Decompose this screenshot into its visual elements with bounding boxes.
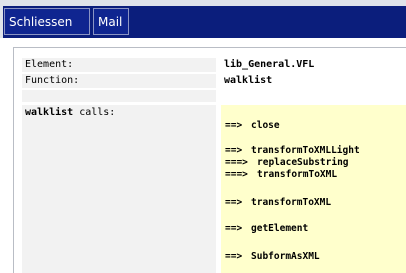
call-item: ===> transformToXML (225, 169, 337, 181)
call-item: ==> transformToXML (225, 197, 331, 209)
element-row: Element: lib_General.VFL (22, 58, 406, 72)
toolbar: Schliessen Mail (0, 6, 406, 38)
report-window: Schliessen Mail Element: lib_General.VFL… (0, 0, 406, 273)
call-function-name: transformToXML (251, 197, 332, 208)
call-item: ===> replaceSubstring (225, 157, 349, 169)
arrow-icon: ==> (225, 223, 243, 234)
element-value: lib_General.VFL (221, 58, 406, 72)
arrow-icon: ==> (225, 120, 243, 131)
call-function-name: getElement (251, 223, 309, 234)
close-button[interactable]: Schliessen (4, 8, 90, 35)
arrow-icon: ==> (225, 145, 243, 156)
calls-caption: calls: (73, 107, 116, 118)
spacer-row (22, 90, 406, 102)
call-function-name: close (251, 120, 280, 131)
element-label: Element: (22, 58, 216, 72)
call-function-name: transformToXMLLight (251, 145, 360, 156)
call-function-name: SubformAsXML (251, 251, 320, 262)
call-function-name: replaceSubstring (257, 157, 349, 168)
arrow-icon: ===> (225, 169, 248, 180)
arrow-icon: ==> (225, 251, 243, 262)
arrow-icon: ===> (225, 157, 248, 168)
call-item: ==> SubformAsXML (225, 251, 320, 263)
spacer-value-cell (221, 90, 406, 102)
caller-name: walklist (25, 107, 74, 118)
mail-button[interactable]: Mail (93, 8, 129, 35)
arrow-icon: ==> (225, 197, 243, 208)
details-table: Element: lib_General.VFL Function: walkl… (22, 58, 406, 273)
function-row: Function: walklist (22, 74, 406, 88)
call-item: ==> getElement (225, 223, 308, 235)
calls-list: ==> close ==> transformToXMLLight ===> repl… (221, 105, 406, 273)
call-item: ==> transformToXMLLight (225, 145, 360, 157)
spacer-label-cell (22, 90, 216, 102)
function-value: walklist (221, 74, 406, 88)
function-label: Function: (22, 74, 216, 88)
calls-caption-cell: walklist calls: (22, 105, 216, 273)
call-item: ==> close (225, 120, 280, 132)
call-function-name: transformToXML (257, 169, 338, 180)
